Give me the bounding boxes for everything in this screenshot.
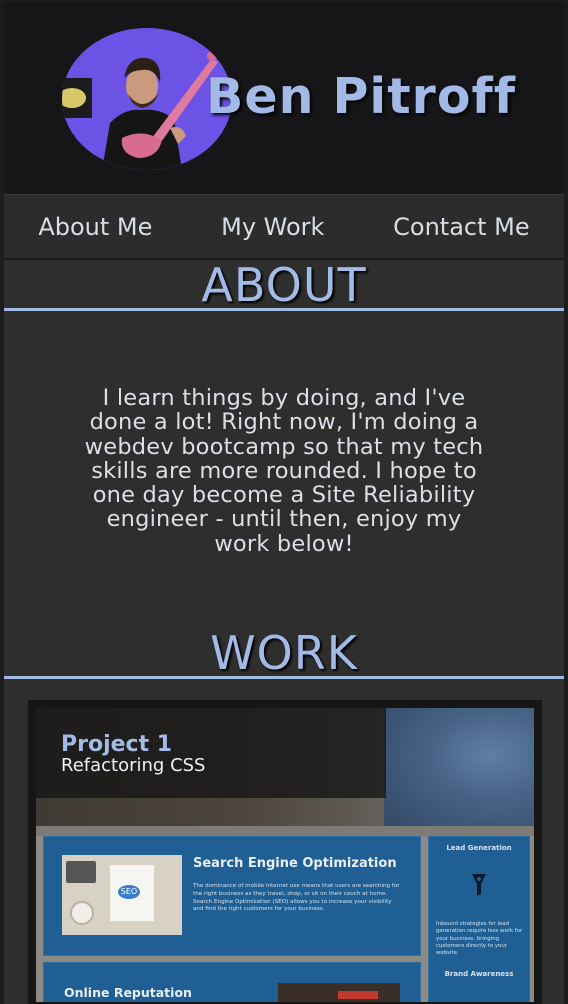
project-title: Project 1 xyxy=(61,732,173,757)
seo-panel: SEO Search Engine Optimization The domin… xyxy=(43,836,421,956)
about-heading: ABOUT xyxy=(201,258,367,312)
project-screenshot: Project 1 Refactoring CSS SEO Search Eng… xyxy=(36,708,534,1002)
project-caption: Project 1 Refactoring CSS xyxy=(36,708,386,798)
nav-item-about-me[interactable]: About Me xyxy=(38,213,152,241)
reputation-image xyxy=(278,983,400,1002)
about-line: skills are more rounded. I hope to xyxy=(91,457,477,484)
main-nav: About Me My Work Contact Me xyxy=(4,194,564,260)
work-heading: WORK xyxy=(210,626,358,681)
nav-item-contact-me[interactable]: Contact Me xyxy=(393,213,529,241)
nav-item-my-work[interactable]: My Work xyxy=(221,213,324,241)
lead-generation-text: Inbound strategies for lead generation r… xyxy=(436,921,523,957)
site-title: Ben Pitroff xyxy=(206,68,517,125)
lead-generation-title: Lead Generation xyxy=(446,844,512,852)
about-line: I learn things by doing, and I've xyxy=(102,385,466,411)
funnel-icon xyxy=(471,872,487,898)
page: Ben Pitroff About Me My Work Contact Me … xyxy=(0,0,568,1004)
about-line: work below! xyxy=(214,530,354,557)
about-line: one day become a Site Reliability xyxy=(92,482,476,509)
sidebar-panel: Lead Generation Inbound strategies for l… xyxy=(428,836,530,1002)
reputation-title: Online Reputation xyxy=(64,985,192,1000)
about-line: engineer - until then, enjoy my xyxy=(106,506,462,533)
reputation-panel: Online Reputation xyxy=(43,962,421,1002)
seo-image: SEO xyxy=(62,855,182,935)
about-paragraph: I learn things by doing, and I've done a… xyxy=(4,386,564,556)
about-line: done a lot! Right now, I'm doing a xyxy=(89,409,479,436)
project-card[interactable]: Project 1 Refactoring CSS SEO Search Eng… xyxy=(28,700,542,1004)
project-subtitle: Refactoring CSS xyxy=(61,755,206,776)
seo-title: Search Engine Optimization xyxy=(193,856,397,871)
brand-awareness-title: Brand Awareness xyxy=(444,970,514,978)
seo-text: The dominance of mobile internet use mea… xyxy=(193,883,400,913)
about-line: webdev bootcamp so that my tech xyxy=(84,433,484,460)
site-header: Ben Pitroff xyxy=(4,0,564,194)
